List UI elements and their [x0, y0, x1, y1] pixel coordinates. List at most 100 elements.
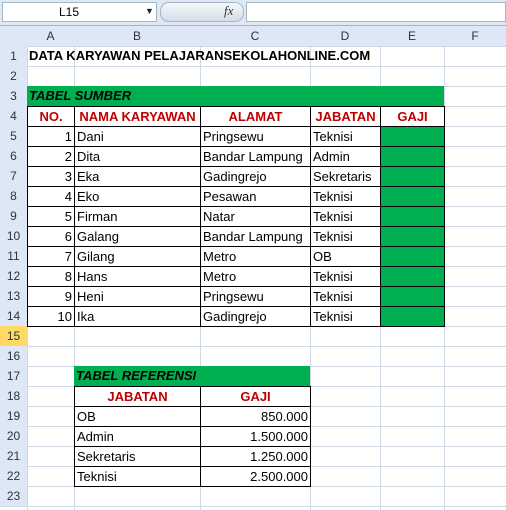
table-cell: Pesawan — [200, 186, 311, 207]
fx-icon[interactable]: fx — [224, 3, 233, 19]
gaji-cell[interactable] — [380, 226, 445, 247]
table-cell: Galang — [74, 226, 201, 247]
table-cell: Sekretaris — [74, 446, 201, 467]
sheet-title: DATA KARYAWAN PELAJARANSEKOLAHONLINE.COM — [29, 48, 371, 63]
row-header-23[interactable]: 23 — [0, 486, 27, 506]
row-header-13[interactable]: 13 — [0, 286, 27, 306]
table-cell: 2 — [27, 146, 75, 167]
row-header-19[interactable]: 19 — [0, 406, 27, 426]
row-header-21[interactable]: 21 — [0, 446, 27, 466]
tabel-sumber-header: NAMA KARYAWAN — [74, 106, 201, 127]
table-cell: 8 — [27, 266, 75, 287]
table-cell: Teknisi — [310, 226, 381, 247]
row-header-6[interactable]: 6 — [0, 146, 27, 166]
row-header-3[interactable]: 3 — [0, 86, 27, 106]
row-header-5[interactable]: 5 — [0, 126, 27, 146]
name-box[interactable]: L15 — [2, 2, 157, 22]
row-header-11[interactable]: 11 — [0, 246, 27, 266]
table-cell: Teknisi — [310, 266, 381, 287]
gaji-cell[interactable] — [380, 146, 445, 167]
table-cell: Ika — [74, 306, 201, 327]
gaji-cell[interactable] — [380, 306, 445, 327]
table-cell: 850.000 — [200, 406, 311, 427]
tabel-referensi-label: TABEL REFERENSI — [74, 366, 310, 386]
table-cell: 10 — [27, 306, 75, 327]
tabel-sumber-header: GAJI — [380, 106, 445, 127]
row-header-12[interactable]: 12 — [0, 266, 27, 286]
row-header-1[interactable]: 1 — [0, 46, 27, 66]
table-cell: Teknisi — [310, 126, 381, 147]
table-cell: Eko — [74, 186, 201, 207]
column-header-a[interactable]: A — [27, 26, 74, 46]
table-cell: Teknisi — [310, 286, 381, 307]
tabel-referensi-header: JABATAN — [74, 386, 201, 407]
column-header-f[interactable]: F — [444, 26, 506, 46]
table-cell: Teknisi — [310, 186, 381, 207]
tabel-sumber-header: ALAMAT — [200, 106, 311, 127]
table-cell: Bandar Lampung — [200, 146, 311, 167]
row-header-18[interactable]: 18 — [0, 386, 27, 406]
table-cell: Firman — [74, 206, 201, 227]
tabel-sumber-header: NO. — [27, 106, 75, 127]
row-header-4[interactable]: 4 — [0, 106, 27, 126]
table-cell: Sekretaris — [310, 166, 381, 187]
row-header-7[interactable]: 7 — [0, 166, 27, 186]
row-header-16[interactable]: 16 — [0, 346, 27, 366]
table-cell: Pringsewu — [200, 286, 311, 307]
gaji-cell[interactable] — [380, 246, 445, 267]
table-cell: 5 — [27, 206, 75, 227]
gaji-cell[interactable] — [380, 266, 445, 287]
row-gridline — [0, 506, 506, 507]
table-cell: Dani — [74, 126, 201, 147]
row-header-8[interactable]: 8 — [0, 186, 27, 206]
column-header-e[interactable]: E — [380, 26, 444, 46]
row-header-20[interactable]: 20 — [0, 426, 27, 446]
column-header-d[interactable]: D — [310, 26, 380, 46]
column-header-b[interactable]: B — [74, 26, 200, 46]
formula-bar: L15 ▼ fx — [0, 0, 506, 26]
table-cell: Metro — [200, 246, 311, 267]
table-cell: Heni — [74, 286, 201, 307]
column-header-c[interactable]: C — [200, 26, 310, 46]
table-cell: 1 — [27, 126, 75, 147]
table-cell: Gadingrejo — [200, 306, 311, 327]
table-cell: 6 — [27, 226, 75, 247]
spreadsheet-grid[interactable]: A B C D E F 1 2 3 4 5 6 7 8 9 10 11 12 13 14 15 16 17 18 19 20 21 2… — [0, 26, 506, 510]
row-gridline — [0, 346, 506, 347]
table-cell: Dita — [74, 146, 201, 167]
row-header-22[interactable]: 22 — [0, 466, 27, 486]
table-cell: Hans — [74, 266, 201, 287]
table-cell: Teknisi — [74, 466, 201, 487]
table-cell: 3 — [27, 166, 75, 187]
formula-input[interactable] — [246, 2, 506, 22]
gaji-cell[interactable] — [380, 206, 445, 227]
table-cell: 4 — [27, 186, 75, 207]
row-header-17[interactable]: 17 — [0, 366, 27, 386]
tabel-sumber-header: JABATAN — [310, 106, 381, 127]
table-cell: Gilang — [74, 246, 201, 267]
row-header-15[interactable]: 15 — [0, 326, 27, 346]
table-cell: 1.500.000 — [200, 426, 311, 447]
row-header-9[interactable]: 9 — [0, 206, 27, 226]
table-cell: Admin — [310, 146, 381, 167]
table-cell: Teknisi — [310, 206, 381, 227]
gaji-cell[interactable] — [380, 166, 445, 187]
gaji-cell[interactable] — [380, 186, 445, 207]
chevron-down-icon[interactable]: ▼ — [145, 6, 154, 16]
gaji-cell[interactable] — [380, 286, 445, 307]
row-header-14[interactable]: 14 — [0, 306, 27, 326]
row-header-10[interactable]: 10 — [0, 226, 27, 246]
table-cell: Natar — [200, 206, 311, 227]
table-cell: Eka — [74, 166, 201, 187]
select-all-corner[interactable] — [0, 26, 27, 46]
table-cell: 9 — [27, 286, 75, 307]
table-cell: Bandar Lampung — [200, 226, 311, 247]
table-cell: OB — [74, 406, 201, 427]
gaji-cell[interactable] — [380, 126, 445, 147]
table-cell: 2.500.000 — [200, 466, 311, 487]
row-header-2[interactable]: 2 — [0, 66, 27, 86]
table-cell: Metro — [200, 266, 311, 287]
table-cell: Teknisi — [310, 306, 381, 327]
table-cell: Gadingrejo — [200, 166, 311, 187]
table-cell: 1.250.000 — [200, 446, 311, 467]
